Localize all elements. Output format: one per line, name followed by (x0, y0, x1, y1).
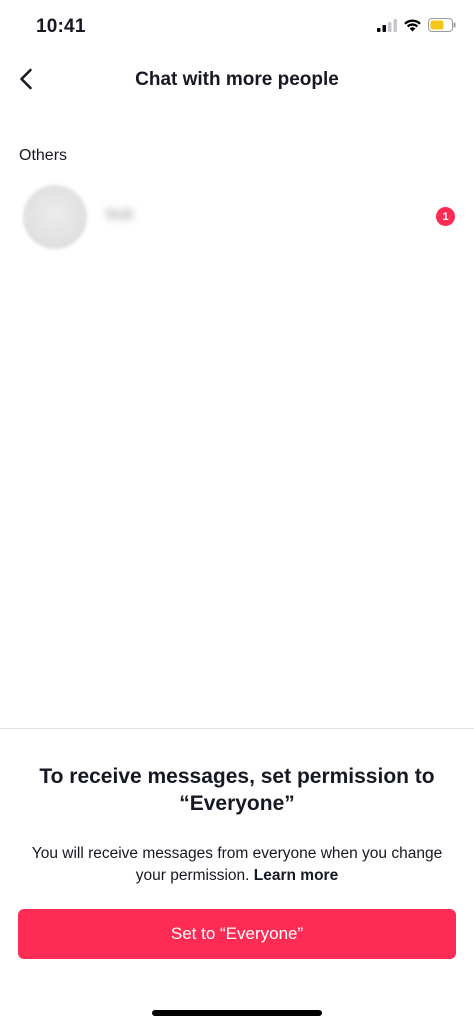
cellular-signal-icon (377, 18, 397, 37)
status-bar: 10:41 (0, 0, 474, 56)
battery-icon (428, 18, 456, 37)
home-indicator[interactable] (152, 1010, 322, 1016)
status-time: 10:41 (36, 16, 86, 37)
set-to-everyone-button[interactable]: Set to “Everyone” (18, 909, 456, 959)
learn-more-link[interactable]: Learn more (254, 867, 338, 884)
list-item[interactable]: lindi 1 (0, 180, 474, 254)
permission-sheet: To receive messages, set permission to “… (0, 728, 474, 1026)
section-header-others: Others (19, 147, 68, 164)
sheet-description: You will receive messages from everyone … (22, 843, 452, 887)
page-title: Chat with more people (135, 69, 339, 90)
contact-name: lindi (106, 206, 133, 223)
unread-badge: 1 (436, 207, 455, 226)
wifi-icon (403, 18, 422, 37)
nav-bar: Chat with more people (0, 56, 474, 106)
sheet-title: To receive messages, set permission to “… (39, 765, 435, 815)
sheet-description-text: You will receive messages from everyone … (31, 845, 443, 884)
status-icons (377, 18, 456, 37)
avatar (23, 185, 87, 249)
